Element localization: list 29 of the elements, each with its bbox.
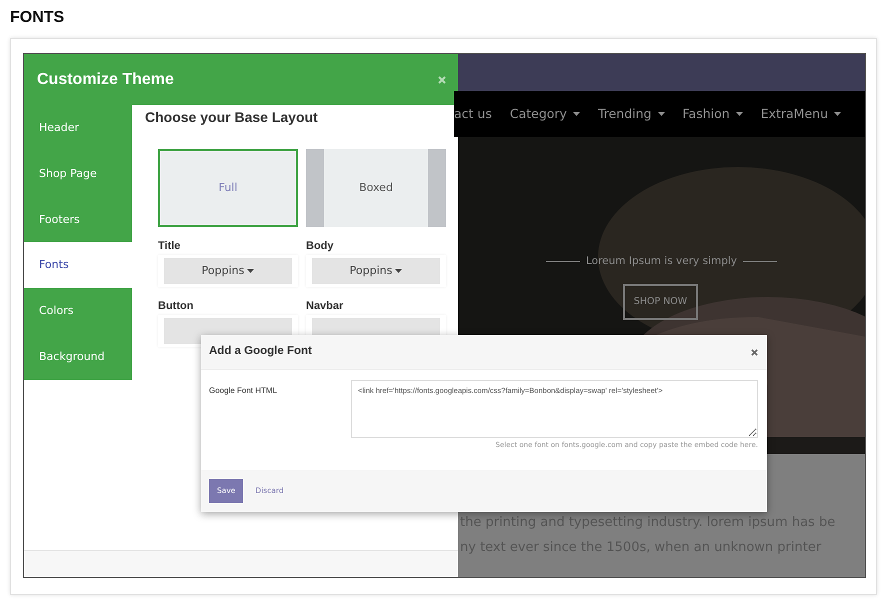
- layout-option[interactable]: Boxed: [306, 149, 446, 227]
- layout-option[interactable]: Full: [158, 149, 298, 227]
- nav-link[interactable]: act us: [454, 104, 492, 124]
- nav-link[interactable]: Category: [510, 104, 580, 124]
- dialog-title: Add a Google Font: [209, 344, 312, 360]
- caret-icon: [658, 112, 664, 116]
- field-label: Body: [306, 240, 334, 252]
- field-label: Title: [158, 240, 180, 252]
- decorative-line: [546, 260, 580, 263]
- caret-icon: [736, 112, 743, 116]
- close-icon[interactable]: [751, 348, 758, 356]
- font-dropdown[interactable]: Poppins: [164, 258, 292, 284]
- section-heading: FONTS: [10, 8, 66, 28]
- field-label: Button: [158, 300, 194, 312]
- field-label: Navbar: [306, 300, 344, 312]
- caret-icon: [395, 269, 402, 273]
- nav-link[interactable]: Fashion: [682, 104, 743, 124]
- caret-icon: [572, 112, 580, 116]
- decorative-line: [743, 260, 777, 263]
- panel-title: Customize Theme: [37, 70, 174, 90]
- field-label: Google Font HTML: [209, 386, 278, 395]
- caret-icon: [247, 269, 254, 273]
- nav-link[interactable]: ExtraMenu: [760, 104, 842, 124]
- caret-icon: [834, 112, 842, 116]
- nav-link[interactable]: Trending: [598, 104, 664, 124]
- font-dropdown[interactable]: Poppins: [312, 258, 440, 284]
- shop-now-button[interactable]: SHOP NOW: [622, 284, 698, 320]
- hero-tagline: Loreum Ipsum is very simply: [586, 254, 737, 269]
- section-heading: Choose your Base Layout: [145, 108, 319, 127]
